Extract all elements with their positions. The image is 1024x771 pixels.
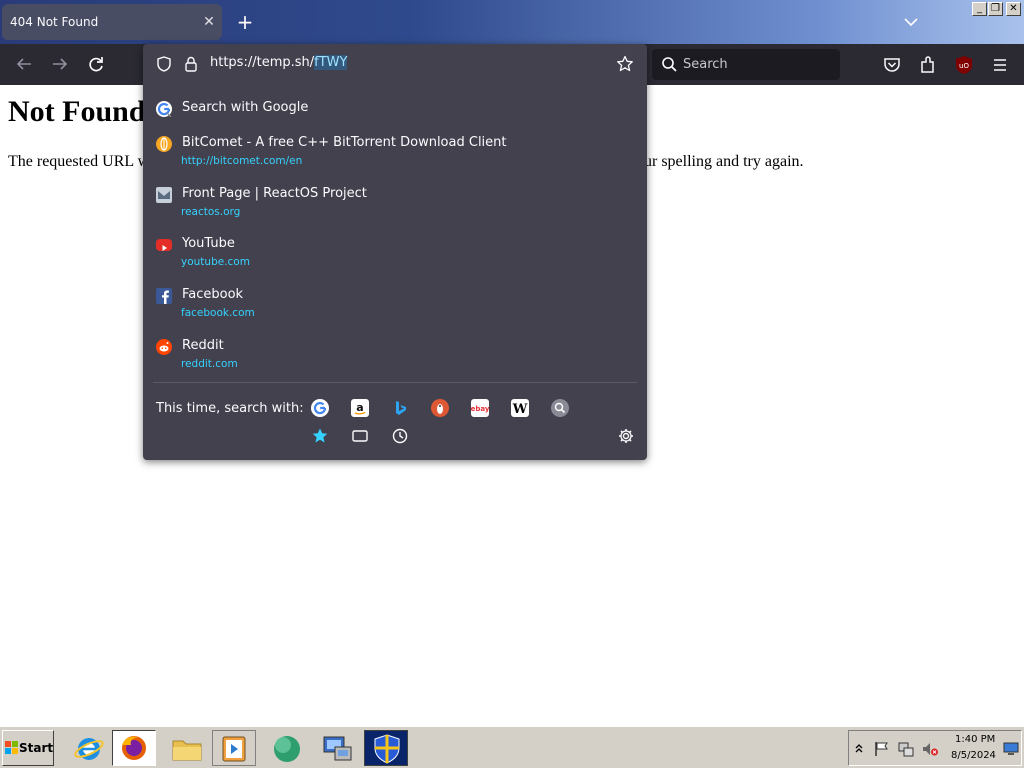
url-input[interactable]: https://temp.sh/fTWY	[210, 55, 348, 70]
lock-icon[interactable]	[183, 55, 199, 73]
extensions-icon[interactable]	[915, 52, 941, 78]
wikipedia-engine-icon[interactable]: W	[511, 399, 529, 417]
reload-icon[interactable]	[82, 50, 110, 78]
start-label: Start	[19, 741, 54, 755]
url-suggestions-panel: https://temp.sh/fTWY Search with Google …	[143, 44, 647, 460]
suggestion-facebook[interactable]: Facebook facebook.com	[143, 287, 647, 337]
window-restore-button[interactable]: ❐	[988, 2, 1003, 16]
suggestion-url: http://bitcomet.com/en	[181, 155, 303, 167]
history-search-clock-icon[interactable]	[391, 427, 409, 445]
title-bar: 404 Not Found ✕ + _ ❐ ✕	[0, 0, 1024, 44]
network-globe-icon[interactable]	[264, 730, 308, 766]
svg-text:W: W	[512, 402, 528, 417]
suggestion-youtube[interactable]: YouTube youtube.com	[143, 236, 647, 286]
firefox-icon[interactable]	[112, 730, 156, 766]
remote-desktop-computer-icon[interactable]	[314, 730, 358, 766]
network-status-icon[interactable]	[897, 740, 915, 758]
page-paragraph-start: The requested URL w	[8, 153, 150, 170]
suggestion-title: BitComet - A free C++ BitTorrent Downloa…	[182, 135, 507, 150]
window-minimize-button[interactable]: _	[972, 2, 987, 16]
volume-muted-icon[interactable]	[921, 740, 939, 758]
taskbar: Start 1:40 PM 8/5/2024	[0, 725, 1024, 768]
facebook-icon	[156, 288, 172, 304]
suggestion-title: Reddit	[182, 338, 224, 353]
url-selected-text: fTWY	[314, 55, 348, 70]
suggestion-bitcomet[interactable]: BitComet - A free C++ BitTorrent Downloa…	[143, 135, 647, 185]
ublock-origin-icon[interactable]: uO	[951, 52, 977, 78]
suggestion-reddit[interactable]: Reddit reddit.com	[143, 338, 647, 388]
suggestion-url: reddit.com	[181, 358, 238, 370]
new-tab-button[interactable]: +	[232, 8, 258, 36]
bookmarks-search-star-icon[interactable]	[311, 427, 329, 445]
window-close-button[interactable]: ✕	[1006, 2, 1021, 16]
browser-tab[interactable]: 404 Not Found ✕	[2, 4, 222, 40]
file-explorer-folder-icon[interactable]	[164, 730, 208, 766]
show-desktop-monitor-icon[interactable]	[1003, 742, 1019, 756]
suggestion-title: Search with Google	[182, 100, 309, 115]
url-prefix: https://temp.sh/	[210, 55, 315, 70]
bookmark-star-icon[interactable]	[616, 55, 634, 73]
system-tray: 1:40 PM 8/5/2024	[848, 730, 1022, 766]
page-heading: Not Found	[8, 95, 146, 128]
suggestion-title: Front Page | ReactOS Project	[182, 186, 367, 201]
url-bar[interactable]: https://temp.sh/fTWY	[143, 44, 647, 84]
google-icon	[156, 101, 172, 118]
suggestion-url: youtube.com	[181, 256, 250, 268]
internet-explorer-icon[interactable]	[66, 730, 110, 766]
list-all-tabs-icon[interactable]	[898, 10, 924, 34]
tab-close-icon[interactable]: ✕	[198, 4, 220, 40]
svg-text:ebay: ebay	[471, 405, 489, 413]
suggestion-url: facebook.com	[181, 307, 255, 319]
suggestion-reactos[interactable]: Front Page | ReactOS Project reactos.org	[143, 186, 647, 236]
search-settings-gear-icon[interactable]	[617, 427, 635, 445]
search-input[interactable]: Search	[683, 49, 728, 80]
svg-text:uO: uO	[959, 62, 969, 70]
tabs-search-icon[interactable]	[351, 427, 369, 445]
clock-date[interactable]: 8/5/2024	[951, 750, 996, 761]
duckduckgo-engine-icon[interactable]	[431, 399, 449, 417]
reactos-icon	[156, 187, 172, 203]
back-arrow-icon[interactable]	[10, 50, 38, 78]
start-button[interactable]: Start	[2, 730, 54, 766]
pocket-icon[interactable]	[879, 52, 905, 78]
google-engine-icon[interactable]	[311, 399, 329, 417]
ebay-engine-icon[interactable]: ebay	[471, 399, 490, 417]
youtube-icon	[156, 239, 172, 251]
show-hidden-icons-chevron-icon[interactable]	[854, 742, 864, 754]
svg-text:a: a	[356, 401, 363, 414]
suggestion-title: YouTube	[182, 236, 235, 251]
reddit-icon	[156, 339, 172, 355]
action-center-flag-icon[interactable]	[873, 740, 891, 758]
amazon-engine-icon[interactable]: a	[351, 399, 369, 417]
media-player-icon[interactable]	[212, 730, 256, 766]
forward-arrow-icon[interactable]	[46, 50, 74, 78]
tab-title: 404 Not Found	[10, 15, 99, 29]
suggestion-url: reactos.org	[181, 206, 241, 218]
suggestion-title: Facebook	[182, 287, 244, 302]
tracking-shield-icon[interactable]	[155, 55, 173, 73]
search-engine-magnifier-icon[interactable]	[551, 399, 569, 417]
search-icon	[662, 57, 677, 72]
search-bar[interactable]: Search	[652, 49, 840, 80]
page-paragraph-end: ur spelling and try again.	[644, 153, 804, 170]
bing-engine-icon[interactable]	[391, 399, 409, 417]
windows-logo-icon	[5, 741, 18, 754]
security-shield-icon[interactable]	[364, 730, 408, 766]
menu-hamburger-icon[interactable]	[987, 52, 1013, 78]
clock-time[interactable]: 1:40 PM	[955, 734, 995, 745]
panel-divider	[153, 382, 637, 383]
bitcomet-icon	[156, 136, 172, 152]
search-with-label: This time, search with:	[156, 401, 304, 416]
